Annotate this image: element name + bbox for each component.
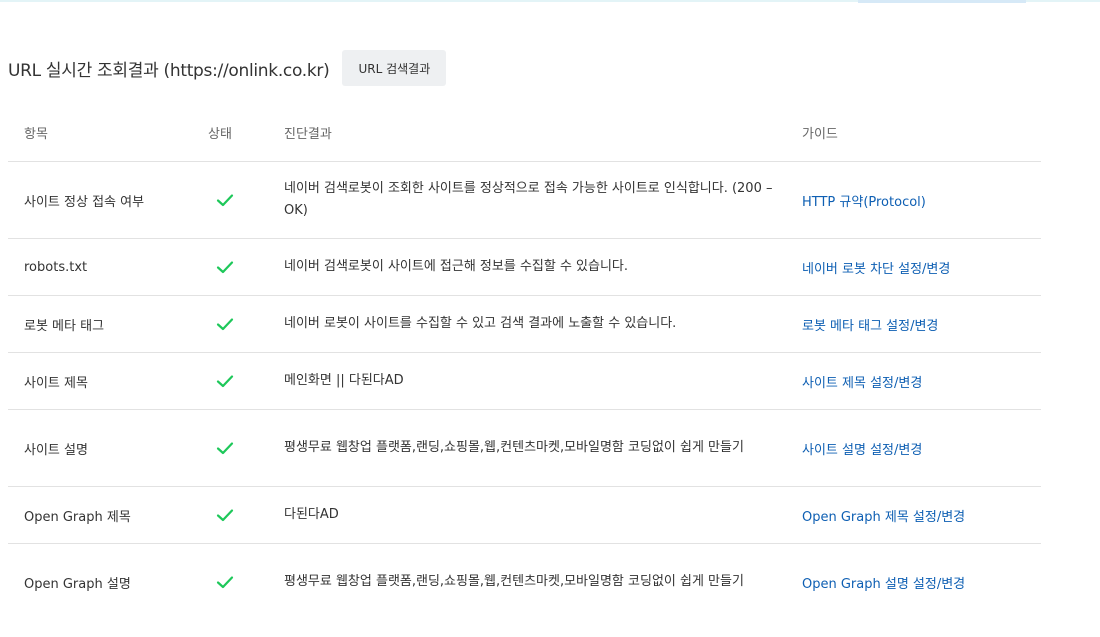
row-guide: HTTP 규약(Protocol)	[802, 162, 1042, 238]
guide-link-http-protocol[interactable]: HTTP 규약(Protocol)	[802, 191, 926, 210]
status-ok	[210, 410, 240, 486]
row-diagnosis: 네이버 검색로봇이 사이트에 접근해 정보를 수집할 수 있습니다.	[284, 239, 784, 295]
table-row: 사이트 정상 접속 여부 네이버 검색로봇이 조회한 사이트를 정상적으로 접속…	[8, 162, 1041, 239]
row-item: Open Graph 제목	[24, 509, 131, 525]
check-icon	[216, 576, 234, 589]
diagnosis-text: 네이버 검색로봇이 조회한 사이트를 정상적으로 접속 가능한 사이트로 인식합…	[284, 181, 773, 218]
diagnosis-text: 네이버 검색로봇이 사이트에 접근해 정보를 수집할 수 있습니다.	[284, 259, 629, 274]
status-ok	[210, 296, 240, 352]
result-header: URL 실시간 조회결과 (https://onlink.co.kr) URL …	[8, 50, 447, 86]
diagnosis-text: 평생무료 웹창업 플랫폼,랜딩,쇼핑몰,웹,컨텐츠마켓,모바일명함 코딩없이 쉽…	[284, 440, 744, 455]
row-guide: Open Graph 제목 설정/변경	[802, 487, 1042, 543]
row-item: 사이트 설명	[24, 442, 88, 458]
row-guide: Open Graph 설명 설정/변경	[802, 544, 1042, 620]
row-diagnosis: 평생무료 웹창업 플랫폼,랜딩,쇼핑몰,웹,컨텐츠마켓,모바일명함 코딩없이 쉽…	[284, 410, 784, 486]
row-guide: 사이트 제목 설정/변경	[802, 353, 1042, 409]
guide-link-robot-meta[interactable]: 로봇 메타 태그 설정/변경	[802, 315, 938, 334]
column-header-guide: 가이드	[802, 127, 838, 142]
status-ok	[210, 239, 240, 295]
status-ok	[210, 544, 240, 620]
page-title: URL 실시간 조회결과 (https://onlink.co.kr)	[8, 60, 330, 81]
guide-link-og-description[interactable]: Open Graph 설명 설정/변경	[802, 573, 965, 592]
guide-link-robot-block[interactable]: 네이버 로봇 차단 설정/변경	[802, 258, 950, 277]
status-ok	[210, 487, 240, 543]
status-ok	[210, 162, 240, 238]
row-diagnosis: 네이버 검색로봇이 조회한 사이트를 정상적으로 접속 가능한 사이트로 인식합…	[284, 162, 784, 238]
row-diagnosis: 메인화면 || 다된다AD	[284, 353, 784, 409]
row-item: 사이트 제목	[24, 375, 88, 391]
guide-link-site-description[interactable]: 사이트 설명 설정/변경	[802, 439, 922, 458]
row-item: robots.txt	[24, 259, 88, 275]
table-row: 사이트 설명 평생무료 웹창업 플랫폼,랜딩,쇼핑몰,웹,컨텐츠마켓,모바일명함…	[8, 410, 1041, 487]
table-row: Open Graph 설명 평생무료 웹창업 플랫폼,랜딩,쇼핑몰,웹,컨텐츠마…	[8, 544, 1041, 620]
column-header-item: 항목	[24, 127, 48, 142]
check-icon	[216, 375, 234, 388]
check-icon	[216, 194, 234, 207]
table-row: 로봇 메타 태그 네이버 로봇이 사이트를 수집할 수 있고 검색 결과에 노출…	[8, 296, 1041, 353]
row-item: Open Graph 설명	[24, 576, 131, 592]
top-accent-bar	[858, 0, 1026, 3]
row-diagnosis: 네이버 로봇이 사이트를 수집할 수 있고 검색 결과에 노출할 수 있습니다.	[284, 296, 784, 352]
row-diagnosis: 다된다AD	[284, 487, 784, 543]
guide-link-og-title[interactable]: Open Graph 제목 설정/변경	[802, 506, 965, 525]
column-header-status: 상태	[208, 127, 232, 142]
url-search-result-button[interactable]: URL 검색결과	[342, 50, 447, 86]
diagnosis-text: 네이버 로봇이 사이트를 수집할 수 있고 검색 결과에 노출할 수 있습니다.	[284, 316, 677, 331]
diagnosis-text: 메인화면 || 다된다AD	[284, 373, 404, 388]
row-item: 로봇 메타 태그	[24, 318, 105, 334]
table-row: 사이트 제목 메인화면 || 다된다AD 사이트 제목 설정/변경	[8, 353, 1041, 410]
column-header-diagnosis: 진단결과	[284, 127, 332, 142]
check-icon	[216, 442, 234, 455]
check-icon	[216, 318, 234, 331]
diagnosis-text: 평생무료 웹창업 플랫폼,랜딩,쇼핑몰,웹,컨텐츠마켓,모바일명함 코딩없이 쉽…	[284, 574, 744, 589]
row-guide: 사이트 설명 설정/변경	[802, 410, 1042, 486]
table-header: 항목 상태 진단결과 가이드	[8, 104, 1041, 162]
status-ok	[210, 353, 240, 409]
check-icon	[216, 509, 234, 522]
row-guide: 네이버 로봇 차단 설정/변경	[802, 239, 1042, 295]
table-row: Open Graph 제목 다된다AD Open Graph 제목 설정/변경	[8, 487, 1041, 544]
check-icon	[216, 261, 234, 274]
table-row: robots.txt 네이버 검색로봇이 사이트에 접근해 정보를 수집할 수 …	[8, 239, 1041, 296]
row-guide: 로봇 메타 태그 설정/변경	[802, 296, 1042, 352]
diagnosis-text: 다된다AD	[284, 507, 339, 522]
result-table: 항목 상태 진단결과 가이드 사이트 정상 접속 여부 네이버 검색로봇이 조회…	[8, 104, 1041, 620]
guide-link-site-title[interactable]: 사이트 제목 설정/변경	[802, 372, 922, 391]
row-diagnosis: 평생무료 웹창업 플랫폼,랜딩,쇼핑몰,웹,컨텐츠마켓,모바일명함 코딩없이 쉽…	[284, 544, 784, 620]
row-item: 사이트 정상 접속 여부	[24, 194, 145, 210]
